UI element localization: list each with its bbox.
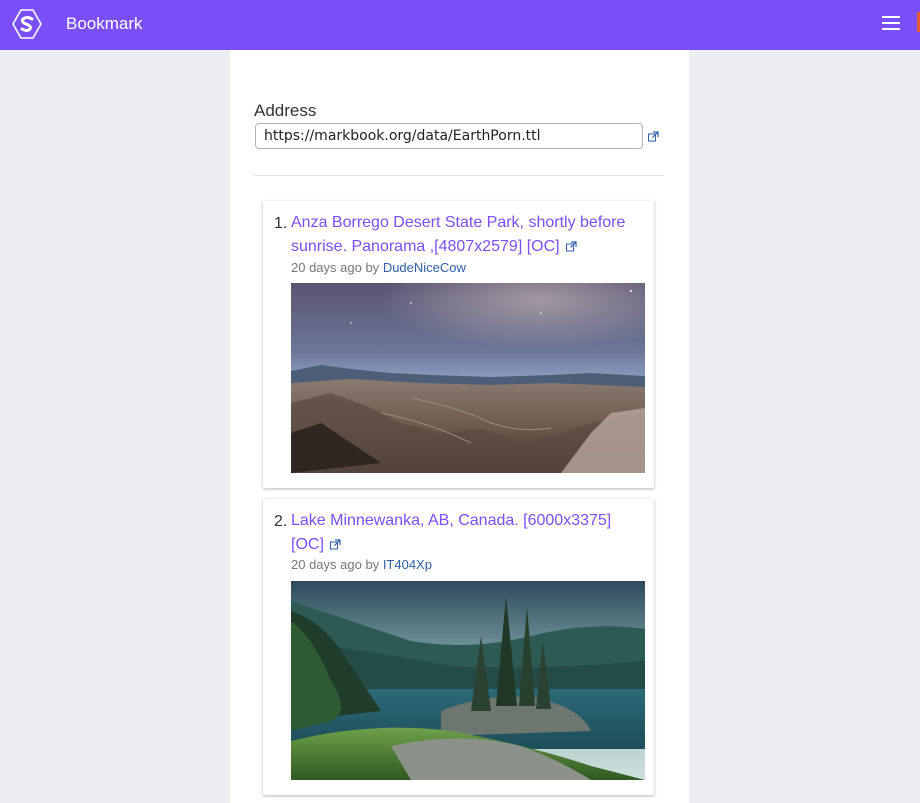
external-link-icon[interactable] [330,539,341,550]
post-card: 2. Lake Minnewanka, AB, Canada. [6000x33… [263,499,654,795]
lake-landscape-image [291,581,645,780]
address-label: Address [254,101,317,120]
post-card: 1. Anza Borrego Desert State Park, short… [263,201,654,488]
post-meta: 20 days ago by DudeNiceCow [291,260,466,275]
post-age: 20 days ago by [291,260,380,275]
post-thumbnail[interactable] [291,283,645,473]
post-title-link[interactable]: Lake Minnewanka, AB, Canada. [6000x3375]… [291,509,646,557]
top-bar: Bookmark [0,0,920,50]
main-content: Address 1. Anza Borrego Desert State Par… [230,50,689,803]
post-number: 2. [274,513,288,530]
post-number: 1. [274,215,288,232]
post-age: 20 days ago by [291,557,380,572]
post-title-link[interactable]: Anza Borrego Desert State Park, shortly … [291,211,646,259]
post-author-link[interactable]: DudeNiceCow [383,260,466,275]
post-author-link[interactable]: IT404Xp [383,557,432,572]
hamburger-menu-icon[interactable] [882,16,902,32]
desert-landscape-image [291,283,645,473]
post-meta: 20 days ago by IT404Xp [291,557,432,572]
external-link-icon[interactable] [566,241,577,252]
app-title[interactable]: Bookmark [66,14,143,34]
divider [254,175,664,176]
post-thumbnail[interactable] [291,581,645,780]
address-input[interactable] [255,123,643,149]
logo-icon[interactable] [12,9,42,39]
external-link-icon[interactable] [648,131,659,142]
